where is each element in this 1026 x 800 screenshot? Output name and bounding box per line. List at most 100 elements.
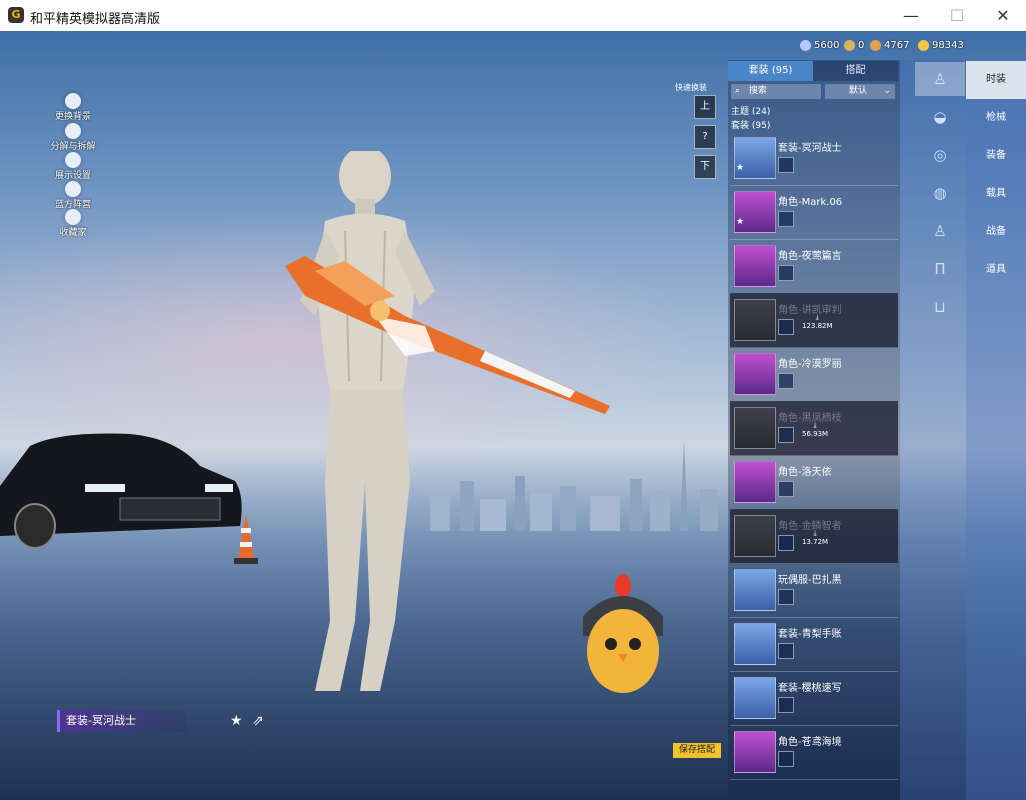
search-placeholder: 搜索 [748,86,767,96]
sort-dropdown[interactable]: 默认 ⌄ [825,84,895,99]
trophy-icon [65,209,81,225]
piece-thumbnail [778,535,794,551]
nav-tab[interactable]: 时装 [966,61,1026,99]
download-icon: ⤓ [813,529,817,537]
gold-coin-icon [918,40,929,51]
section-outfits[interactable]: 套装 (95) [731,118,770,131]
nav-tab[interactable]: 装备 [966,137,1026,175]
traffic-cone [234,514,258,564]
nav-tab[interactable]: 载具 [966,175,1026,213]
list-item[interactable]: 角色-讲凯审判 ⤓ 123.82M [730,293,898,348]
share-icon[interactable]: ⇗ [252,713,264,729]
list-item[interactable]: 角色-夜莺篇言 [730,239,898,294]
close-window-button[interactable]: ✕ [980,0,1026,31]
window-title: 和平精英模拟器高清版 [30,12,161,27]
left-toolbar-item[interactable]: 分解与拆解 [50,123,96,152]
rifle-skin [285,256,610,414]
nav-tab[interactable]: 战备 [966,213,1026,251]
download-size: 123.82M [802,322,833,330]
item-name: 角色-夜莺篇言 [778,251,842,262]
tab-combos[interactable]: 搭配 [813,61,898,81]
shoes-icon[interactable]: ⊔ [915,290,965,324]
eye-icon [65,152,81,168]
top-icon[interactable]: ♙ [915,214,965,248]
item-name: 角色-Mark.06 [778,197,843,208]
item-name: 角色-冷漠罗丽 [778,359,842,370]
download-indicator[interactable]: ⤓ 56.93M [802,421,828,438]
section-theme[interactable]: 主题 (24) [731,104,770,117]
left-toolbar-label: 收藏家 [59,228,87,238]
person-icon [65,93,81,109]
left-toolbar-item[interactable]: 更换背景 [50,93,96,122]
silver-coin-icon [800,40,811,51]
list-item[interactable]: 角色-冷漠罗丽 [730,347,898,402]
item-thumbnail [734,353,776,395]
piece-thumbnail [778,319,794,335]
list-item[interactable]: 玩偶服-巴扎黑 [730,563,898,618]
item-name: 套装-樱桃速写 [778,683,842,694]
quick-change-up-button[interactable]: 上 [694,95,716,119]
faction-icon [65,181,81,197]
left-toolbar-label: 分解与拆解 [50,142,96,152]
title-bar: G 和平精英模拟器高清版 — ☐ ✕ [0,0,1026,32]
item-thumbnail [734,569,776,611]
currency-value: 5600 [814,40,840,51]
mask-icon[interactable]: ◍ [915,176,965,210]
goggles-icon[interactable]: ◎ [915,138,965,172]
download-size: 13.72M [802,538,829,546]
quick-change-mid-button[interactable]: ? [694,125,716,149]
nav-tab[interactable]: 道具 [966,251,1026,289]
tab-outfits[interactable]: 套装 (95) [728,61,813,81]
quick-change-label: 快速换装 [675,83,707,92]
search-input[interactable]: ⌕ 搜索 [731,84,821,99]
item-thumbnail [734,299,776,341]
list-item[interactable]: 角色-金鳞智者 ⤓ 13.72M [730,509,898,564]
currency: 5600 [800,40,839,51]
list-item[interactable]: ★ 角色-Mark.06 [730,185,898,240]
outfit-icon[interactable]: ♙ [915,62,965,96]
quick-change-down-button[interactable]: 下 [694,155,716,179]
puzzle-icon [65,123,81,139]
download-size: 56.93M [802,430,829,438]
search-icon: ⌕ [735,86,741,96]
currency: 4767 [870,40,909,51]
left-toolbar-item[interactable]: 展示设置 [50,152,96,181]
left-toolbar-label: 更换背景 [54,112,91,122]
pet-chick [583,574,663,693]
list-item[interactable]: 套装-樱桃速写 [730,671,898,726]
list-item[interactable]: ★ 套装-冥河战士 [730,131,898,186]
favorite-star-icon[interactable]: ★ [230,713,243,729]
item-name: 套装-青梨手账 [778,629,842,640]
pants-icon[interactable]: Π [915,252,965,286]
piece-thumbnail [778,589,794,605]
item-name: 套装-冥河战士 [778,143,842,154]
hat-icon[interactable]: ◒ [915,100,965,134]
download-indicator[interactable]: ⤓ 123.82M [802,313,833,330]
maximize-button[interactable]: ☐ [934,0,980,31]
nav-tab[interactable]: 枪械 [966,99,1026,137]
item-name: 角色-洛天依 [778,467,832,478]
car-model [0,433,242,549]
list-item[interactable]: 角色-黑凤栖枝 ⤓ 56.93M [730,401,898,456]
current-outfit-label: 套装-冥河战士 [57,710,186,732]
list-item[interactable]: 角色-苍鸢海境 [730,725,898,780]
download-icon: ⤓ [815,313,819,321]
save-outfit-button[interactable]: 保存搭配 [673,743,721,758]
favorite-star-icon: ★ [736,217,745,227]
item-thumbnail [734,623,776,665]
list-item[interactable]: 套装-青梨手账 [730,617,898,672]
piece-thumbnail [778,427,794,443]
minimize-button[interactable]: — [888,0,934,31]
item-thumbnail [734,515,776,557]
piece-thumbnail [778,265,794,281]
app-logo-icon: G [8,7,24,23]
left-toolbar-item[interactable]: 收藏家 [50,209,96,238]
list-item[interactable]: 角色-洛天依 [730,455,898,510]
item-thumbnail [734,677,776,719]
piece-thumbnail [778,751,794,767]
item-thumbnail [734,245,776,287]
currency-value: 0 [858,40,865,51]
panel-tabs: 套装 (95) 搭配 [728,61,898,81]
left-toolbar-item[interactable]: 蓝方阵营 [50,181,96,210]
download-indicator[interactable]: ⤓ 13.72M [802,529,828,546]
